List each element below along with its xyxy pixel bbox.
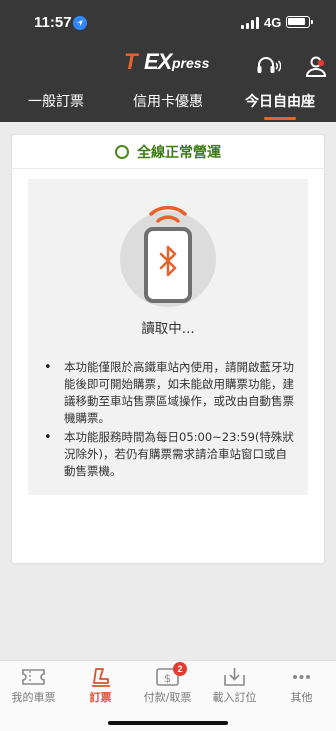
nav-booking[interactable]: 訂票 [67,661,134,709]
home-indicator [108,721,228,725]
service-status: 全線正常營運 [12,135,324,169]
bluetooth-panel: 讀取中... 本功能僅限於高鐵車站內使用，請開啟藍牙功能後即可開始購票，如未能啟… [28,179,308,495]
bluetooth-phone-icon [118,197,218,307]
more-icon [289,667,314,687]
notes-list: 本功能僅限於高鐵車站內使用，請開啟藍牙功能後即可開始購票，如未能啟用購票功能，建… [40,359,298,482]
svg-text:$: $ [164,672,171,685]
nav-load-booking[interactable]: 載入訂位 [201,661,268,709]
status-text: 全線正常營運 [137,144,221,161]
status-time: 11:57 [34,14,72,31]
nav-payment[interactable]: $ 2 付款/取票 [134,661,201,709]
seat-icon [88,667,113,687]
note-item: 本功能服務時間為每日05:00~23:59(特殊狀況除外)，若仍有購票需求請洽車… [40,429,298,480]
download-icon [222,667,247,687]
signal-icon [241,17,259,29]
ticket-icon [21,667,46,687]
nav-my-tickets[interactable]: 我的車票 [0,661,67,709]
reading-status: 讀取中... [141,321,195,337]
network-type: 4G [264,15,282,30]
customer-service-icon[interactable] [255,54,282,78]
tab-credit-card-offers[interactable]: 信用卡優惠 [112,92,224,122]
header-tabs: 一般訂票 信用卡優惠 今日自由座 [0,92,336,122]
nav-more[interactable]: 其他 [268,661,335,709]
app-header: T EX press 一般訂票 信用卡優惠 今日自由座 [0,46,336,122]
main-card: 全線正常營運 讀取中... 本功能僅限於高鐵車站內使用，請開啟藍牙功能後即可開始… [12,135,324,563]
location-icon [73,16,87,30]
note-item: 本功能僅限於高鐵車站內使用，請開啟藍牙功能後即可開始購票，如未能啟用購票功能，建… [40,359,298,427]
tab-non-reserved-today[interactable]: 今日自由座 [224,92,336,122]
status-bar: 11:57 4G [0,0,336,46]
status-ok-icon [115,144,129,159]
tab-general-booking[interactable]: 一般訂票 [0,92,112,122]
battery-icon [286,16,313,28]
user-icon[interactable] [304,54,330,78]
payment-badge: 2 [173,662,187,676]
